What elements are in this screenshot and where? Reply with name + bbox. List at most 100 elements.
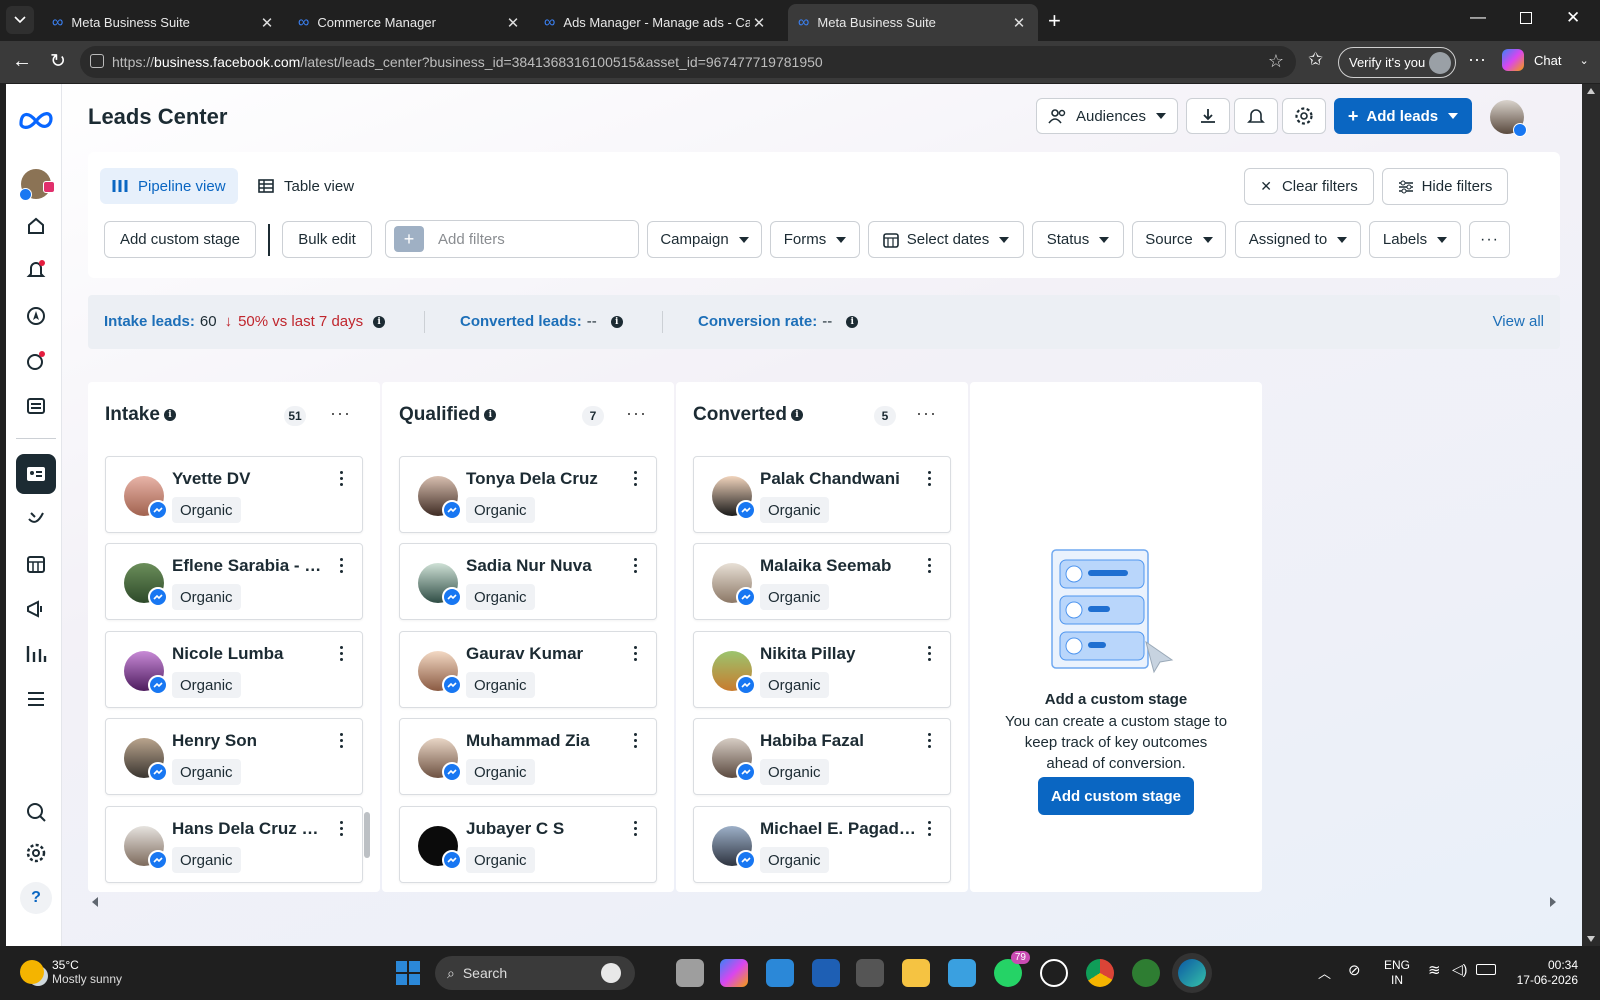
lead-card[interactable]: Eflene Sarabia - L... Organic: [105, 543, 363, 620]
column-more-icon[interactable]: ···: [626, 404, 647, 422]
lead-card[interactable]: Nikita Pillay Organic: [693, 631, 951, 708]
user-avatar[interactable]: [1490, 100, 1527, 137]
azure-app-icon[interactable]: [812, 959, 840, 987]
battery-icon[interactable]: [1476, 964, 1496, 975]
account-avatar[interactable]: [16, 164, 56, 204]
close-window-icon[interactable]: ✕: [1566, 8, 1580, 28]
lead-card[interactable]: Habiba Fazal Organic: [693, 718, 951, 795]
card-menu-icon[interactable]: [928, 821, 932, 837]
info-icon[interactable]: i: [163, 409, 176, 421]
lead-card[interactable]: Malaika Seemab Organic: [693, 543, 951, 620]
pipeline-view-tab[interactable]: Pipeline view: [100, 168, 238, 204]
clock[interactable]: 00:34 17-06-2026: [1516, 958, 1578, 988]
content-icon[interactable]: [16, 386, 56, 426]
add-filters-input[interactable]: + Add filters: [385, 220, 639, 258]
hide-filters-button[interactable]: Hide filters: [1382, 168, 1508, 205]
card-menu-icon[interactable]: [928, 646, 932, 662]
card-menu-icon[interactable]: [340, 821, 344, 837]
lead-card[interactable]: Henry Son Organic: [105, 718, 363, 795]
browser-tab-3[interactable]: ∞ Ads Manager - Manage ads - Cam ✕: [534, 4, 778, 41]
language-indicator[interactable]: ENG IN: [1384, 958, 1410, 988]
card-menu-icon[interactable]: [340, 646, 344, 662]
home-icon[interactable]: [16, 206, 56, 246]
edge-icon[interactable]: [1178, 959, 1206, 987]
labels-dropdown[interactable]: Labels: [1369, 221, 1461, 258]
add-leads-button[interactable]: + Add leads: [1334, 98, 1472, 134]
weather-widget[interactable]: 35°C Mostly sunny: [20, 958, 122, 986]
column-more-icon[interactable]: ···: [330, 404, 351, 422]
add-custom-stage-button[interactable]: Add custom stage: [104, 221, 256, 258]
lead-card[interactable]: Yvette DV Organic: [105, 456, 363, 533]
info-icon[interactable]: i: [610, 315, 623, 328]
close-tab-icon[interactable]: ✕: [504, 14, 522, 32]
lead-card[interactable]: Michael E. Pagadora Organic: [693, 806, 951, 883]
card-menu-icon[interactable]: [928, 558, 932, 574]
windows-start-icon[interactable]: [396, 961, 420, 985]
info-icon[interactable]: i: [790, 409, 803, 421]
leads-center-icon[interactable]: [16, 454, 56, 494]
back-icon[interactable]: ←: [12, 50, 32, 73]
close-tab-icon[interactable]: ✕: [750, 14, 768, 32]
scroll-right-icon[interactable]: [1550, 897, 1556, 907]
campaign-dropdown[interactable]: Campaign: [647, 221, 762, 258]
volume-icon[interactable]: ◁): [1452, 961, 1467, 978]
card-menu-icon[interactable]: [340, 471, 344, 487]
card-menu-icon[interactable]: [928, 733, 932, 749]
card-menu-icon[interactable]: [634, 821, 638, 837]
scroll-up-icon[interactable]: [1587, 88, 1595, 94]
copilot-app-icon[interactable]: [720, 959, 748, 987]
card-menu-icon[interactable]: [634, 733, 638, 749]
clear-filters-button[interactable]: ✕ Clear filters: [1244, 168, 1374, 205]
status-dropdown[interactable]: Status: [1032, 221, 1124, 258]
planner-calendar-icon[interactable]: [16, 544, 56, 584]
column-more-icon[interactable]: ···: [916, 404, 937, 422]
card-menu-icon[interactable]: [340, 733, 344, 749]
browser-tab-4-active[interactable]: ∞ Meta Business Suite ✕: [788, 4, 1038, 41]
card-menu-icon[interactable]: [634, 646, 638, 662]
more-menu-icon[interactable]: ···: [1468, 49, 1486, 70]
ads-megaphone-icon[interactable]: [16, 589, 56, 629]
minimize-icon[interactable]: —: [1470, 9, 1486, 27]
taskbar-search-box[interactable]: ⌕ Search: [435, 956, 635, 990]
card-menu-icon[interactable]: [634, 471, 638, 487]
lead-card[interactable]: Nicole Lumba Organic: [105, 631, 363, 708]
favorites-icon[interactable]: ✩: [1308, 49, 1323, 70]
new-tab-icon[interactable]: +: [1048, 8, 1061, 34]
camera-off-icon[interactable]: ⊘: [1348, 961, 1361, 979]
info-icon[interactable]: i: [484, 409, 497, 421]
lead-card[interactable]: Palak Chandwani Organic: [693, 456, 951, 533]
card-menu-icon[interactable]: [634, 558, 638, 574]
refresh-icon[interactable]: ↻: [50, 50, 66, 73]
assigned-to-dropdown[interactable]: Assigned to: [1235, 221, 1361, 258]
url-field[interactable]: https://business.facebook.com/latest/lea…: [80, 46, 1296, 78]
notification-settings-button[interactable]: [1234, 98, 1278, 134]
browser-tab-2[interactable]: ∞ Commerce Manager ✕: [288, 4, 532, 41]
close-tab-icon[interactable]: ✕: [1010, 14, 1028, 32]
favorite-star-icon[interactable]: ☆: [1268, 51, 1284, 72]
bulk-edit-button[interactable]: Bulk edit: [282, 221, 372, 258]
tab-list-button[interactable]: [6, 6, 34, 34]
task-view-icon[interactable]: [676, 959, 704, 987]
photos-icon[interactable]: [948, 959, 976, 987]
lead-card[interactable]: Jubayer C S Organic: [399, 806, 657, 883]
audiences-dropdown[interactable]: Audiences: [1036, 98, 1178, 134]
view-all-link[interactable]: View all: [1493, 313, 1544, 330]
scroll-down-icon[interactable]: [1587, 936, 1595, 942]
column-scrollbar[interactable]: [364, 812, 370, 858]
lead-card[interactable]: Tonya Dela Cruz Organic: [399, 456, 657, 533]
search-icon[interactable]: [16, 792, 56, 832]
select-dates-dropdown[interactable]: Select dates: [868, 221, 1024, 258]
source-dropdown[interactable]: Source: [1132, 221, 1226, 258]
restore-icon[interactable]: [1520, 12, 1532, 24]
lead-card[interactable]: Hans Dela Cruz Tan Organic: [105, 806, 363, 883]
site-info-icon[interactable]: [90, 54, 104, 68]
chrome-icon[interactable]: [1086, 959, 1114, 987]
tray-expand-icon[interactable]: ︿: [1318, 963, 1331, 982]
horizontal-scrollbar[interactable]: [88, 895, 1560, 909]
inbox-icon[interactable]: [16, 341, 56, 381]
page-vertical-scrollbar[interactable]: [1582, 84, 1600, 946]
lead-card[interactable]: Sadia Nur Nuva Organic: [399, 543, 657, 620]
download-button[interactable]: [1186, 98, 1230, 134]
close-tab-icon[interactable]: ✕: [258, 14, 276, 32]
info-icon[interactable]: i: [846, 315, 859, 328]
